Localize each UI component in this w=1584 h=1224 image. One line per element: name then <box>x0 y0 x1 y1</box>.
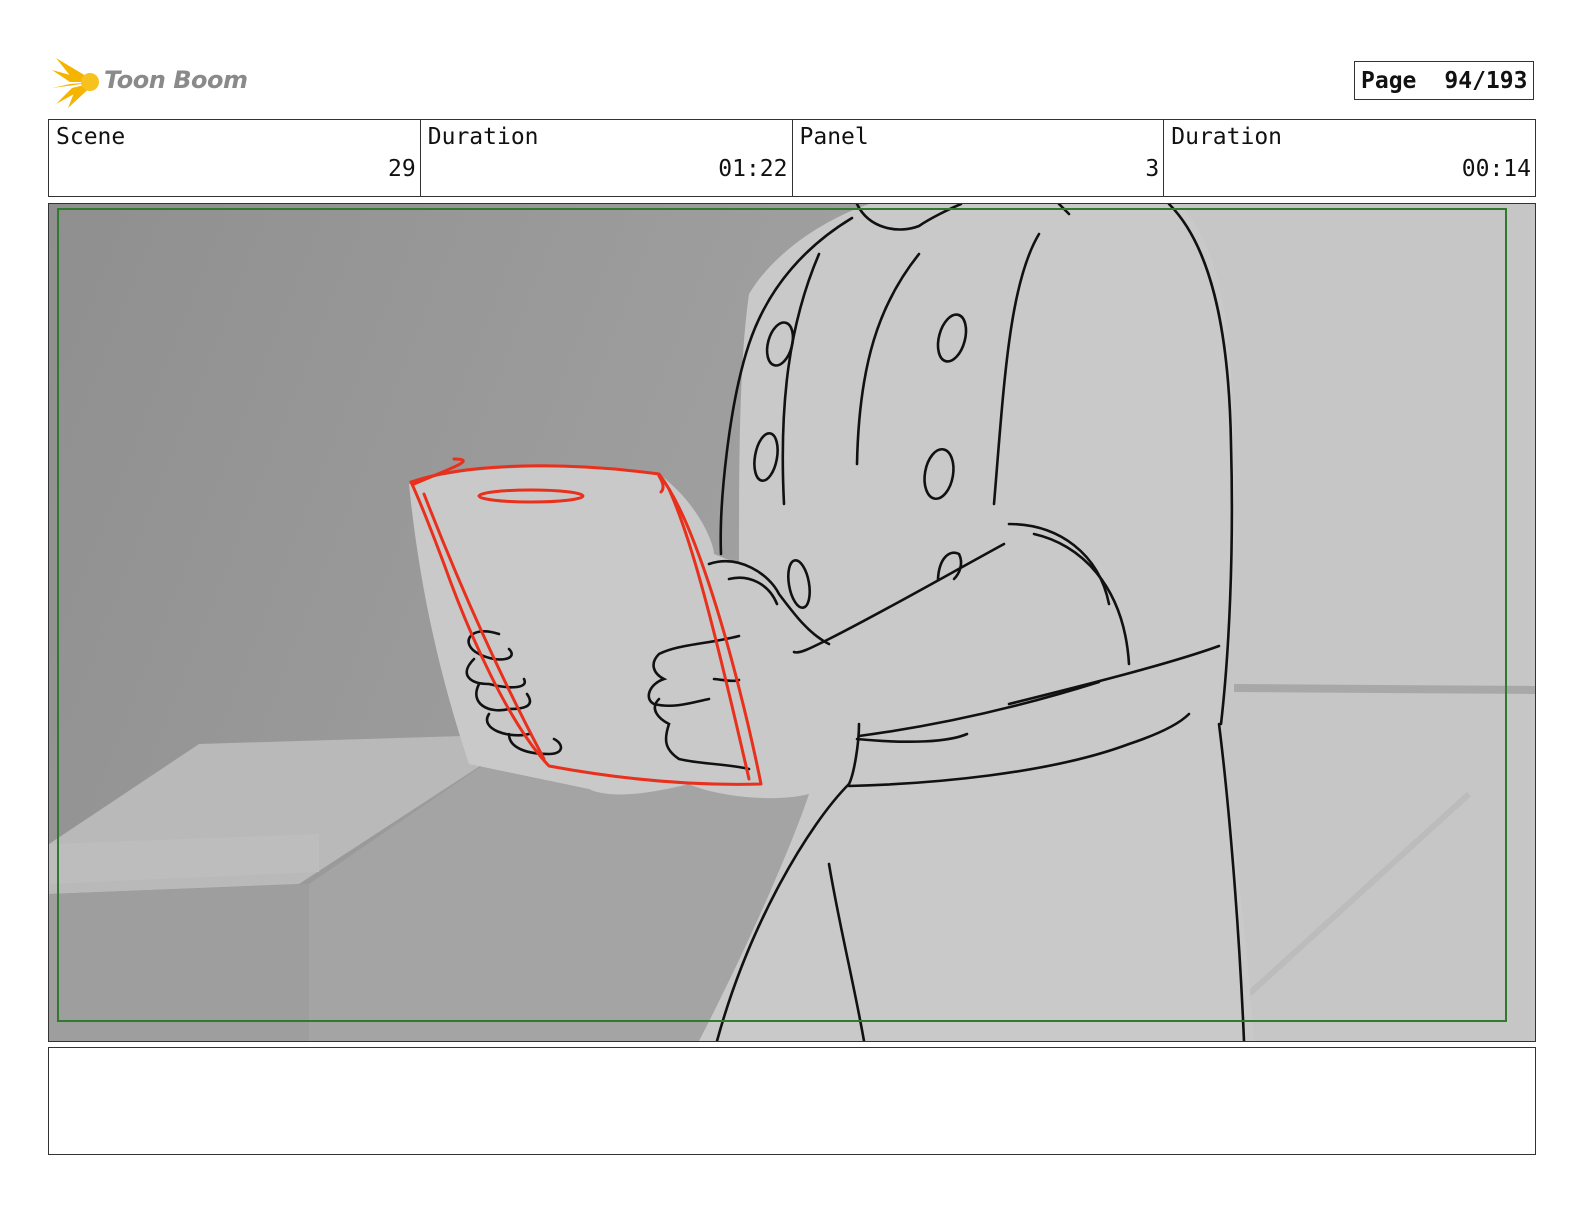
scene-value: 29 <box>388 156 416 182</box>
scene-duration-cell: Duration 01:22 <box>421 120 793 196</box>
page-indicator: Page 94/193 <box>1354 61 1534 100</box>
panel-notes-box <box>48 1047 1536 1155</box>
panel-info-row: Scene 29 Duration 01:22 Panel 3 Duration… <box>48 119 1536 197</box>
scene-duration-value: 01:22 <box>718 156 788 182</box>
scene-cell: Scene 29 <box>49 120 421 196</box>
panel-duration-value: 00:14 <box>1461 156 1531 182</box>
scene-duration-label: Duration <box>427 124 539 150</box>
starburst-icon <box>52 58 99 108</box>
panel-cell: Panel 3 <box>793 120 1165 196</box>
toon-boom-logo: Toon Boom <box>50 54 250 108</box>
panel-duration-label: Duration <box>1171 124 1283 150</box>
panel-duration-cell: Duration 00:14 <box>1164 120 1535 196</box>
scene-label: Scene <box>56 124 126 150</box>
page-label: Page <box>1361 67 1417 94</box>
logo-text: Toon Boom <box>104 66 248 94</box>
storyboard-sketch-image <box>49 204 1535 1041</box>
storyboard-panel-frame <box>48 203 1536 1042</box>
panel-label: Panel <box>799 124 869 150</box>
panel-value: 3 <box>1145 156 1160 182</box>
page-number: 94/193 <box>1444 67 1528 94</box>
